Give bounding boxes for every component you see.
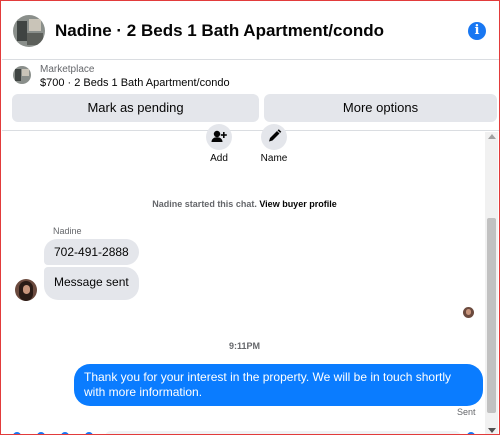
chat-started-notice: Nadine started this chat. View buyer pro… [2,199,487,209]
view-buyer-profile-link[interactable]: View buyer profile [259,199,336,209]
message-status: Sent [457,407,476,417]
mark-as-pending-button[interactable]: Mark as pending [12,94,259,122]
outgoing-message[interactable]: Thank you for your interest in the prope… [74,364,483,406]
sender-name: Nadine [53,226,82,236]
add-contact-action[interactable]: Add [199,124,239,164]
message-timestamp: 9:11PM [228,341,261,351]
chat-window: Nadine · 2 Beds 1 Bath Apartment/condo i… [0,0,500,435]
listing-description[interactable]: $700 · 2 Beds 1 Bath Apartment/condo [40,77,230,89]
chat-started-text: Nadine started this chat. [152,199,257,209]
message-composer [1,428,487,434]
sender-avatar[interactable] [15,279,37,301]
listing-thumbnail[interactable] [13,66,31,84]
scrollbar[interactable] [485,132,498,434]
message-input[interactable] [105,431,461,434]
incoming-message[interactable]: 702-491-2888 [44,239,139,265]
info-icon[interactable]: i [468,22,486,40]
scroll-up-arrow-icon[interactable] [488,134,496,139]
add-label: Add [210,153,228,164]
more-options-button[interactable]: More options [264,94,497,122]
chat-title[interactable]: Nadine · 2 Beds 1 Bath Apartment/condo [55,21,384,41]
add-person-icon [206,124,232,150]
marketplace-listing: Marketplace $700 · 2 Beds 1 Bath Apartme… [2,61,499,131]
listing-avatar[interactable] [13,14,45,47]
scrollbar-thumb[interactable] [487,218,496,413]
message-list: Add Name Nadine started this chat. View … [2,124,487,434]
seen-receipt-avatar [463,307,474,318]
chat-header: Nadine · 2 Beds 1 Bath Apartment/condo i [2,2,499,60]
pencil-icon [261,124,287,150]
scroll-down-arrow-icon[interactable] [488,428,496,433]
edit-name-action[interactable]: Name [254,124,294,164]
incoming-message[interactable]: Message sent [44,267,139,300]
listing-source-label: Marketplace [40,64,95,75]
name-label: Name [260,153,288,164]
